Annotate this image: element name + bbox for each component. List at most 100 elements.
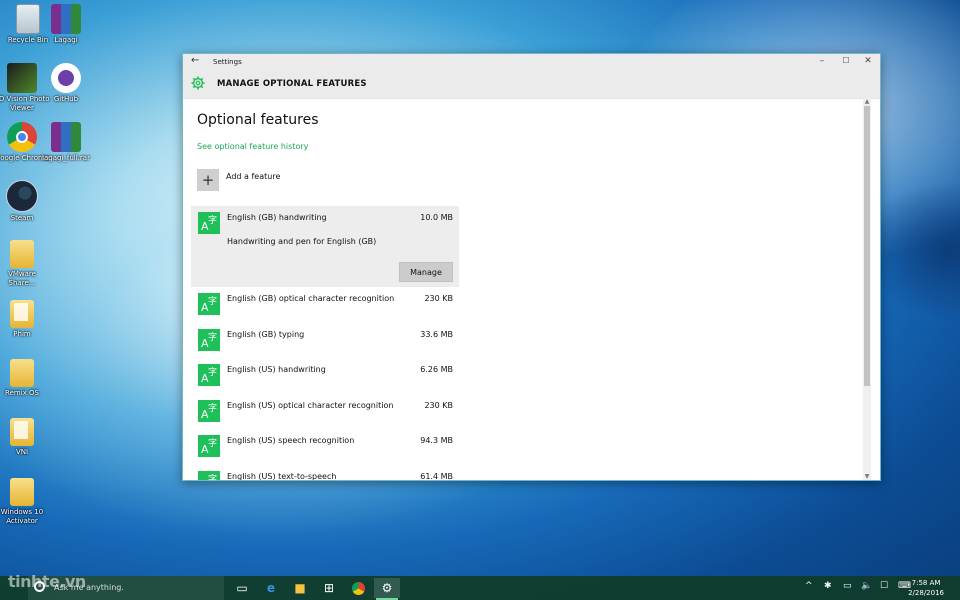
language-feature-icon: A字 <box>198 212 220 234</box>
file-explorer-icon[interactable]: ■ <box>287 578 313 598</box>
feature-size: 230 KB <box>424 400 453 410</box>
svg-text:字: 字 <box>208 437 217 449</box>
github-icon <box>51 63 81 93</box>
language-feature-icon: A字 <box>198 328 220 351</box>
language-feature-icon: A字 <box>198 364 220 386</box>
language-feature-icon: A字 <box>198 435 220 457</box>
page-header: MANAGE OPTIONAL FEATURES <box>183 71 880 99</box>
feature-size: 10.0 MB <box>420 213 453 222</box>
desktop-icon-vmware[interactable]: VMware Share... <box>0 240 50 288</box>
back-arrow-icon[interactable]: ← <box>191 55 199 66</box>
task-view-icon[interactable]: ▭ <box>229 578 255 598</box>
desktop-icon-label: GitHub <box>53 95 79 103</box>
chevron-up-icon[interactable]: ^ <box>805 581 813 591</box>
folder-icon <box>10 240 34 268</box>
minimize-button[interactable]: – <box>812 56 832 66</box>
feature-size: 6.26 MB <box>420 365 453 374</box>
svg-text:字: 字 <box>208 331 217 343</box>
desktop-icon-label: Phim <box>13 330 31 338</box>
folder-icon <box>10 418 34 446</box>
feature-name: English (US) text-to-speech <box>227 471 337 481</box>
feature-name: English (GB) handwriting <box>227 213 327 222</box>
settings-taskbar-icon[interactable]: ⚙ <box>374 578 400 600</box>
feature-item-english-us-handwriting[interactable]: A字 English (US) handwriting 6.26 MB <box>191 358 459 394</box>
svg-text:字: 字 <box>208 295 217 307</box>
desktop-icon-label: Windows 10 Activator <box>0 508 44 525</box>
taskbar: Ask me anything. ▭ e ■ ⊞ ⚙ ^ ✱ ▭ 🔈 ☐ ⌨ 7… <box>0 576 960 600</box>
settings-window: ← Settings – ☐ ✕ MANAGE OPTIONAL FEATURE… <box>182 53 881 481</box>
svg-text:字: 字 <box>208 473 217 481</box>
feature-size: 230 KB <box>424 294 453 303</box>
maximize-button[interactable]: ☐ <box>836 56 856 65</box>
volume-icon[interactable]: 🔈 <box>861 581 872 591</box>
desktop-icon-lagagi[interactable]: Lagagi <box>38 4 94 45</box>
desktop-icon-label: Steam <box>10 214 34 222</box>
desktop-icon-steam[interactable]: Steam <box>0 180 50 223</box>
desktop-icon-lagagi-rar[interactable]: lagagi_full.rar <box>38 122 94 163</box>
clock-time: 7:58 AM <box>911 579 941 587</box>
add-feature-button[interactable]: + Add a feature <box>197 169 280 191</box>
feature-size: 33.6 MB <box>420 329 453 339</box>
desktop-icon-label: VMware Share... <box>8 270 36 287</box>
manage-button[interactable]: Manage <box>399 262 453 282</box>
svg-text:字: 字 <box>208 366 217 378</box>
action-center-icon[interactable]: ☐ <box>880 581 888 591</box>
clock-date: 2/28/2016 <box>908 589 944 597</box>
desktop-icon-label: Lagagi <box>54 36 78 44</box>
network-icon[interactable]: ▭ <box>843 581 852 591</box>
scroll-down-icon[interactable]: ▼ <box>863 473 871 480</box>
feature-item-english-gb-ocr[interactable]: A字 English (GB) optical character recogn… <box>191 287 459 323</box>
language-feature-icon: A字 <box>198 399 220 422</box>
edge-icon[interactable]: e <box>258 578 284 598</box>
vertical-scrollbar[interactable]: ▲ ▼ <box>863 98 871 480</box>
desktop-icon-label: lagagi_full.rar <box>42 154 90 162</box>
desktop-icon-github[interactable]: GitHub <box>38 63 94 104</box>
clock[interactable]: 7:58 AM 2/28/2016 <box>908 578 944 598</box>
chrome-taskbar-icon[interactable] <box>345 578 371 598</box>
plus-icon: + <box>197 169 219 191</box>
svg-text:字: 字 <box>208 402 217 414</box>
gear-icon <box>191 76 205 90</box>
settings-content: Optional features See optional feature h… <box>183 98 871 480</box>
page-header-title: MANAGE OPTIONAL FEATURES <box>217 79 367 89</box>
watermark: tinhte.vn <box>8 572 86 591</box>
recycle-bin-icon <box>16 4 40 34</box>
winrar-archive-icon <box>51 4 81 34</box>
window-title: Settings <box>213 58 242 66</box>
scrollbar-thumb[interactable] <box>864 106 870 386</box>
store-icon[interactable]: ⊞ <box>316 578 342 598</box>
scroll-up-icon[interactable]: ▲ <box>863 98 871 105</box>
feature-item-english-us-speech[interactable]: A字 English (US) speech recognition 94.3 … <box>191 429 459 465</box>
feature-item-english-us-tts[interactable]: A字 English (US) text-to-speech 61.4 MB <box>191 465 459 481</box>
tray-app-icon[interactable]: ✱ <box>824 581 832 591</box>
feature-item-english-us-ocr[interactable]: A字 English (US) optical character recogn… <box>191 394 459 430</box>
feature-name: English (US) speech recognition <box>227 436 355 445</box>
folder-icon <box>10 478 34 506</box>
feature-name: English (GB) typing <box>227 329 305 339</box>
winrar-archive-icon <box>51 122 81 152</box>
folder-icon <box>10 359 34 387</box>
language-feature-icon: A字 <box>198 470 220 481</box>
feature-item-english-gb-typing[interactable]: A字 English (GB) typing 33.6 MB <box>191 323 459 359</box>
feature-description: Handwriting and pen for English (GB) <box>227 237 377 246</box>
language-feature-icon: A字 <box>198 293 220 315</box>
feature-history-link[interactable]: See optional feature history <box>197 142 308 151</box>
feature-list: A字 English (GB) handwriting 10.0 MB Hand… <box>191 206 459 480</box>
steam-icon <box>6 180 38 212</box>
feature-size: 61.4 MB <box>420 471 453 481</box>
chrome-icon <box>7 122 37 152</box>
svg-text:字: 字 <box>208 214 217 226</box>
desktop-icon-vni[interactable]: VNI <box>0 418 50 457</box>
desktop-icon-remix-os[interactable]: Remix OS <box>0 359 50 398</box>
folder-icon <box>10 300 34 328</box>
feature-name: English (US) handwriting <box>227 365 326 374</box>
desktop-icon-windows-activator[interactable]: Windows 10 Activator <box>0 478 50 526</box>
close-button[interactable]: ✕ <box>858 56 878 66</box>
desktop-icon-phim[interactable]: Phim <box>0 300 50 339</box>
feature-name: English (US) optical character recogniti… <box>227 400 394 410</box>
feature-item-english-gb-handwriting[interactable]: A字 English (GB) handwriting 10.0 MB Hand… <box>191 206 459 287</box>
title-bar: ← Settings – ☐ ✕ <box>183 54 880 71</box>
desktop-icon-label: Remix OS <box>5 389 39 397</box>
feature-name: English (GB) optical character recogniti… <box>227 294 395 303</box>
page-title: Optional features <box>197 112 319 128</box>
